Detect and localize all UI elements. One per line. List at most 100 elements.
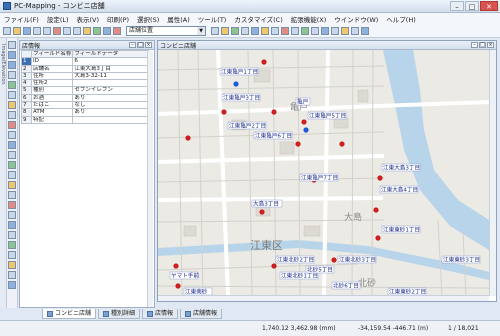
window-icon[interactable] xyxy=(331,27,339,35)
tool-icon[interactable] xyxy=(93,27,101,35)
field-value[interactable]: セブンイレブン xyxy=(72,86,149,95)
marker-icon[interactable] xyxy=(8,201,16,209)
text-icon[interactable] xyxy=(291,27,299,35)
menu-attribute[interactable]: 属性(A) xyxy=(167,14,190,24)
north-arrow-icon[interactable] xyxy=(8,241,16,249)
layer-style-icon[interactable] xyxy=(113,27,121,35)
new-file-icon[interactable] xyxy=(3,27,11,35)
zoom-in-icon[interactable] xyxy=(8,51,16,59)
menu-view[interactable]: 表示(V) xyxy=(77,14,100,24)
route-icon[interactable] xyxy=(8,151,16,159)
store-marker[interactable] xyxy=(301,119,307,125)
field-value[interactable]: なし xyxy=(72,101,149,110)
measure-icon[interactable] xyxy=(301,27,309,35)
tab-type-details[interactable]: 種別詳細 xyxy=(98,309,141,319)
table-view-icon[interactable] xyxy=(8,271,16,279)
delete-icon[interactable] xyxy=(241,27,249,35)
table-row[interactable]: 4 住所2 xyxy=(21,79,149,88)
minimize-button[interactable]: – xyxy=(450,1,464,11)
store-marker[interactable] xyxy=(233,81,239,87)
field-value[interactable]: あり xyxy=(72,93,149,103)
store-marker[interactable] xyxy=(185,135,191,141)
menu-help[interactable]: ヘルプ(H) xyxy=(386,14,415,24)
open-folder-icon[interactable] xyxy=(13,27,21,35)
table-row[interactable]: 9 特記 xyxy=(21,115,149,124)
map-horizontal-scrollbar[interactable] xyxy=(158,295,489,301)
polygon-icon[interactable] xyxy=(281,27,289,35)
panel-close-button[interactable]: × xyxy=(145,42,152,48)
tab-convenience-stores[interactable]: コンビニ店舗 xyxy=(42,309,97,319)
fit-icon[interactable] xyxy=(8,81,16,89)
copy-icon[interactable] xyxy=(63,27,71,35)
distance-icon[interactable] xyxy=(8,171,16,179)
field-value[interactable]: あり xyxy=(72,108,149,117)
store-marker[interactable] xyxy=(271,263,277,269)
layer-select[interactable]: 店舗位置 ▼ xyxy=(126,26,206,36)
help-icon[interactable] xyxy=(8,281,16,289)
menu-extensions[interactable]: 拡張機能(X) xyxy=(291,14,327,24)
store-marker[interactable] xyxy=(377,175,383,181)
layer-icon[interactable] xyxy=(83,27,91,35)
table-icon[interactable] xyxy=(211,27,219,35)
panel-minimize-button[interactable]: – xyxy=(129,42,136,48)
store-marker[interactable] xyxy=(175,283,181,289)
table-row[interactable]: 6 お酒 あり xyxy=(21,93,149,103)
label-icon[interactable] xyxy=(8,181,16,189)
table-row[interactable]: 3 住所 大島3-32-11 xyxy=(21,71,149,81)
map-svg[interactable]: 江東区 亀戸 大島 北砂 江東亀戸1丁目 江東亀戸3丁目 江東亀戸2丁目 亀戸 … xyxy=(158,50,489,296)
tab-store-details[interactable]: 店舗情報 xyxy=(180,309,223,319)
identify-icon[interactable] xyxy=(8,131,16,139)
table-row[interactable]: 2 店舗名 江東大島3丁目 xyxy=(21,64,149,73)
export-icon[interactable] xyxy=(341,27,349,35)
select-rect-icon[interactable] xyxy=(8,101,16,109)
edit-icon[interactable] xyxy=(221,27,229,35)
field-value[interactable]: 6 xyxy=(72,57,149,66)
store-marker[interactable] xyxy=(259,209,265,215)
grid-icon[interactable] xyxy=(311,27,319,35)
store-marker[interactable] xyxy=(261,59,267,65)
preview-icon[interactable] xyxy=(43,27,51,35)
table-row[interactable]: 8 ATM あり xyxy=(21,108,149,117)
store-marker[interactable] xyxy=(173,263,179,269)
pointer-icon[interactable] xyxy=(8,41,16,49)
buffer-icon[interactable] xyxy=(8,141,16,149)
map-close-button[interactable]: × xyxy=(487,42,494,48)
tab-store-info[interactable]: 店情報 xyxy=(142,309,179,319)
maximize-button[interactable]: □ xyxy=(465,1,479,11)
area-icon[interactable] xyxy=(8,161,16,169)
refresh-icon[interactable] xyxy=(8,91,16,99)
field-value[interactable] xyxy=(72,115,149,124)
menu-print[interactable]: 印刷(P) xyxy=(107,14,129,24)
line-icon[interactable] xyxy=(271,27,279,35)
panel-restore-button[interactable]: □ xyxy=(137,42,144,48)
store-marker[interactable] xyxy=(375,235,381,241)
menu-tools[interactable]: ツール(T) xyxy=(198,14,227,24)
print-icon[interactable] xyxy=(33,27,41,35)
store-marker[interactable] xyxy=(221,109,227,115)
menu-file[interactable]: ファイル(F) xyxy=(4,14,39,24)
map-vertical-scrollbar[interactable] xyxy=(489,50,496,296)
map-minimize-button[interactable]: – xyxy=(471,42,478,48)
field-value[interactable] xyxy=(72,79,149,88)
point-icon[interactable] xyxy=(261,27,269,35)
select-poly-icon[interactable] xyxy=(8,121,16,129)
save-icon[interactable] xyxy=(23,27,31,35)
attribute-icon[interactable] xyxy=(321,27,329,35)
menu-window[interactable]: ウインドウ(W) xyxy=(334,14,378,24)
table-row[interactable]: 1 ID 6 xyxy=(21,57,149,66)
store-marker[interactable] xyxy=(295,141,301,147)
search-icon[interactable] xyxy=(103,27,111,35)
store-marker[interactable] xyxy=(303,127,309,133)
table-row[interactable]: 7 たばこ なし xyxy=(21,101,149,110)
paste-icon[interactable] xyxy=(73,27,81,35)
chevron-down-icon[interactable]: ▼ xyxy=(197,27,205,35)
menu-select[interactable]: 選択(S) xyxy=(137,14,159,24)
info-icon[interactable] xyxy=(361,27,369,35)
scale-icon[interactable] xyxy=(8,231,16,239)
close-button[interactable]: ✕ xyxy=(480,1,498,11)
store-marker[interactable] xyxy=(339,141,345,147)
layer-list-icon[interactable] xyxy=(8,211,16,219)
select-circle-icon[interactable] xyxy=(8,111,16,119)
map-maximize-button[interactable]: □ xyxy=(479,42,486,48)
map-canvas[interactable]: 江東区 亀戸 大島 北砂 江東亀戸1丁目 江東亀戸3丁目 江東亀戸2丁目 亀戸 … xyxy=(158,50,489,296)
